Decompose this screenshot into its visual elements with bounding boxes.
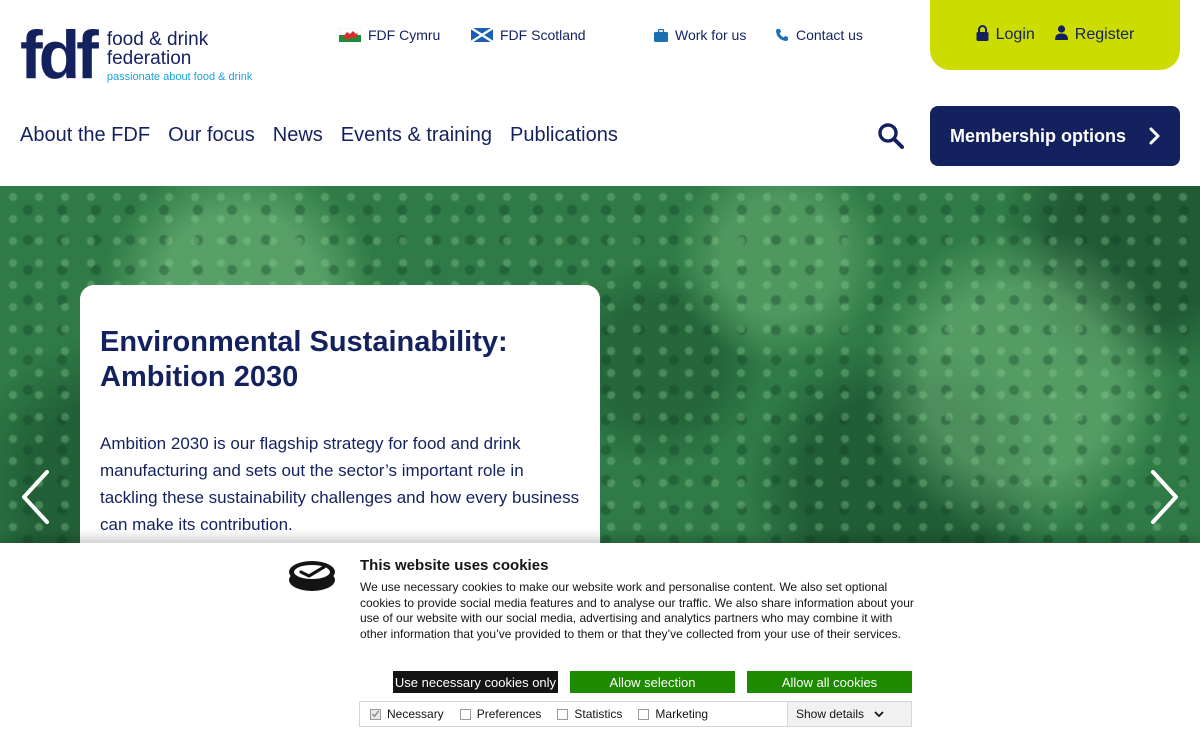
auth-panel: Login Register (930, 0, 1180, 70)
show-details-toggle[interactable]: Show details (787, 702, 911, 726)
logo-text: food & drink federation passionate about… (107, 30, 253, 83)
phone-icon (775, 28, 789, 42)
register-label: Register (1074, 26, 1135, 43)
necessary-checkbox: Necessary (370, 707, 444, 721)
lock-icon (976, 24, 989, 46)
search-icon[interactable] (877, 122, 905, 150)
logo-line-2: federation (106, 48, 192, 69)
checkbox-icon (557, 708, 569, 720)
nav-item-publications[interactable]: Publications (510, 124, 618, 147)
fdf-scotland-label: FDF Scotland (500, 27, 586, 43)
logo-line-1: food & drink (106, 29, 209, 50)
carousel-prev-icon[interactable] (20, 469, 50, 525)
logo-mark: fdf (20, 17, 99, 93)
allow-selection-button[interactable]: Allow selection (570, 671, 735, 693)
logo-tagline: passionate about food & drink (106, 71, 253, 83)
checkbox-icon (638, 708, 650, 720)
cookie-preferences-bar: Necessary Preferences Statistics Marketi… (359, 701, 912, 727)
cookie-text: We use necessary cookies to make our web… (360, 580, 914, 641)
hero-body: Ambition 2030 is our flagship strategy f… (100, 434, 580, 534)
preferences-checkbox[interactable]: Preferences (459, 707, 542, 721)
cookie-banner: This website uses cookies We use necessa… (0, 543, 1200, 740)
hero-card: Environmental Sustainability: Ambition 2… (80, 285, 600, 543)
membership-options-label: Membership options (950, 125, 1127, 146)
chevron-right-icon (1149, 127, 1160, 150)
checkbox-icon (459, 708, 471, 720)
login-link[interactable]: Login (976, 24, 1035, 46)
hero-title: Environmental Sustainability: Ambition 2… (100, 325, 580, 395)
fdf-logo[interactable]: fdf food & drink federation passionate a… (20, 17, 253, 93)
main-nav: About the FDF Our focus News Events & tr… (20, 124, 618, 147)
wales-flag-icon (339, 28, 361, 42)
hero-title-line-1: Environmental Sustainability: (100, 326, 508, 358)
marketing-label: Marketing (655, 707, 709, 721)
use-necessary-cookies-button[interactable]: Use necessary cookies only (393, 671, 558, 693)
hero-carousel: Environmental Sustainability: Ambition 2… (0, 186, 1200, 543)
fdf-cymru-label: FDF Cymru (368, 27, 441, 43)
scotland-flag-icon (471, 28, 493, 42)
necessary-label: Necessary (387, 707, 444, 721)
membership-options-button[interactable]: Membership options (930, 106, 1180, 166)
statistics-checkbox[interactable]: Statistics (557, 707, 622, 721)
preferences-label: Preferences (476, 707, 542, 721)
checkbox-checked-icon (370, 708, 381, 720)
fdf-scotland-link[interactable]: FDF Scotland (471, 26, 586, 44)
work-for-us-link[interactable]: Work for us (654, 26, 746, 44)
cookie-title: This website uses cookies (360, 557, 549, 574)
nav-item-events-training[interactable]: Events & training (341, 124, 492, 147)
briefcase-icon (654, 28, 668, 42)
nav-item-our-focus[interactable]: Our focus (168, 124, 255, 147)
hero-title-line-2: Ambition 2030 (100, 361, 299, 393)
nav-item-about[interactable]: About the FDF (20, 124, 150, 147)
allow-all-cookies-button[interactable]: Allow all cookies (747, 671, 912, 693)
login-label: Login (995, 26, 1035, 43)
contact-us-label: Contact us (796, 27, 863, 43)
nav-item-news[interactable]: News (273, 124, 323, 147)
show-details-label: Show details (796, 707, 865, 721)
statistics-label: Statistics (574, 707, 623, 721)
site-header: fdf food & drink federation passionate a… (0, 0, 1200, 186)
register-link[interactable]: Register (1054, 25, 1135, 45)
user-icon (1054, 25, 1068, 45)
cookiebot-logo-icon (288, 558, 336, 599)
fdf-cymru-link[interactable]: FDF Cymru (339, 26, 440, 44)
marketing-checkbox[interactable]: Marketing (638, 707, 708, 721)
chevron-down-icon (874, 707, 884, 721)
work-for-us-label: Work for us (675, 27, 747, 43)
carousel-next-icon[interactable] (1150, 469, 1180, 525)
contact-us-link[interactable]: Contact us (775, 26, 863, 44)
